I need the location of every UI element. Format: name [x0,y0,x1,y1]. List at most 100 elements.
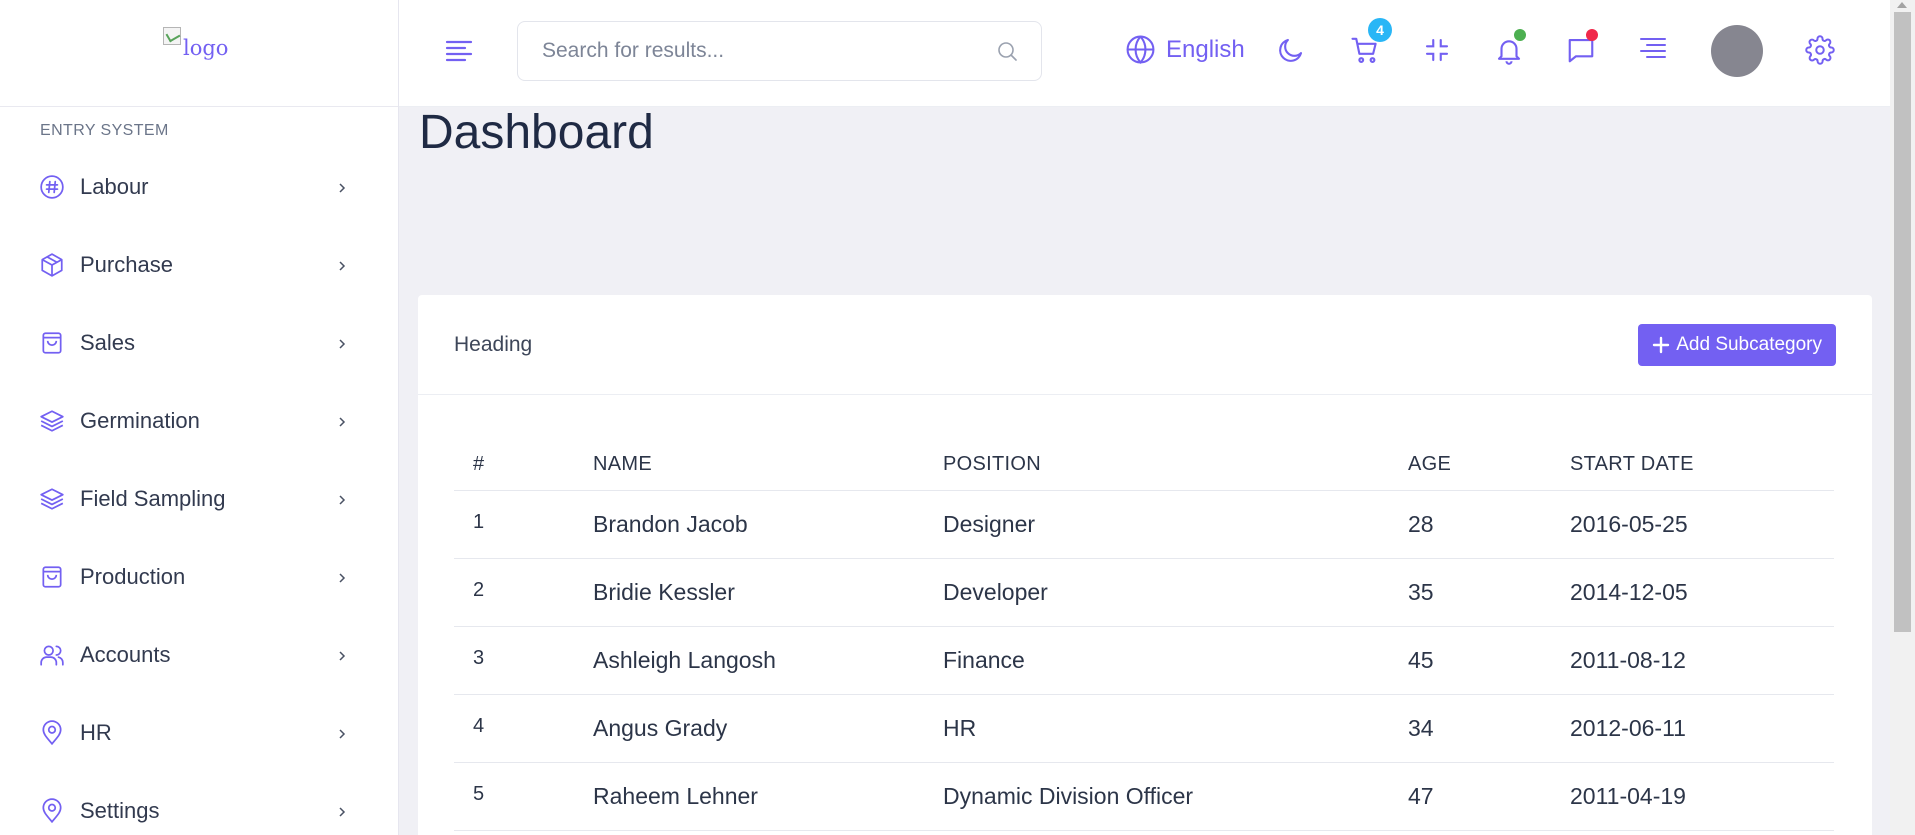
card-heading: Heading [454,333,533,356]
card-header: Heading Add Subcategory [418,295,1872,395]
table-cell: 2011-08-12 [1551,626,1834,695]
search-input[interactable] [518,22,968,80]
table-cell: 2012-06-11 [1551,694,1834,763]
table-cell: Bridie Kessler [574,558,924,627]
table-cell: HR [924,694,1389,763]
table-cell: 28 [1389,490,1551,559]
page-title: Dashboard [419,106,654,159]
cart-count-badge: 4 [1368,18,1392,42]
table-cell: 4 [454,694,574,763]
map-pin-icon [39,798,65,824]
sidebar-section-title: ENTRY SYSTEM [40,122,169,139]
language-label: English [1166,35,1245,63]
layers-icon [39,486,65,512]
sidebar-item-label: Accounts [80,642,171,667]
page-scrollbar[interactable] [1890,0,1915,835]
table-cell: 3 [454,626,574,695]
table-cell: Dynamic Division Officer [924,762,1389,831]
chevron-right-icon [336,805,348,817]
cart-icon[interactable]: 4 [1350,18,1392,65]
table-cell: 34 [1389,694,1551,763]
top-header: English 4 [399,0,1890,107]
table-cell: Finance [924,626,1389,695]
table-cell: 2014-12-05 [1551,558,1834,627]
table-row: 3 Ashleigh Langosh Finance 45 2011-08-12 [454,626,1834,695]
language-selector[interactable]: English [1115,34,1245,65]
column-header[interactable]: POSITION [924,440,1389,491]
gear-icon[interactable] [1805,35,1835,65]
column-header[interactable]: NAME [574,440,924,491]
fullscreen-exit-icon[interactable] [1422,35,1452,65]
sidebar-item-purchase[interactable]: Purchase [0,226,398,304]
table-cell: 2011-04-19 [1551,762,1834,831]
table-cell: Designer [924,490,1389,559]
shopping-bag-icon [39,564,65,590]
sidebar-item-production[interactable]: Production [0,538,398,616]
plus-icon [1653,336,1670,354]
chevron-right-icon [336,415,348,427]
map-pin-icon [39,720,65,746]
sidebar-item-hr[interactable]: HR [0,694,398,772]
sidebar-item-label: Field Sampling [80,486,226,511]
table-row: 1 Brandon Jacob Designer 28 2016-05-25 [454,490,1834,559]
table-card: Heading Add Subcategory # NAME POSITION … [418,295,1872,835]
message-dot [1586,29,1598,41]
align-menu-icon[interactable] [1638,35,1668,65]
sidebar-item-germination[interactable]: Germination [0,382,398,460]
table-cell: Ashleigh Langosh [574,626,924,695]
sidebar-item-label: Sales [80,330,136,355]
users-icon [39,642,65,668]
sidebar-item-label: Settings [80,798,160,823]
data-table: # NAME POSITION AGE START DATE 1 Brandon… [454,440,1834,831]
add-subcategory-button[interactable]: Add Subcategory [1638,324,1836,366]
table-row: 5 Raheem Lehner Dynamic Division Officer… [454,762,1834,831]
notification-dot [1514,29,1526,41]
logo[interactable]: logo [163,27,228,60]
globe-icon [1125,34,1156,65]
add-subcategory-label: Add Subcategory [1676,334,1822,355]
column-header[interactable]: AGE [1389,440,1551,491]
sidebar-item-label: Purchase [80,252,173,277]
notification-bell-icon[interactable] [1494,29,1526,65]
message-icon[interactable] [1566,29,1598,65]
sidebar: logo ENTRY SYSTEM Labour Purchase Sales … [0,0,399,835]
sidebar-item-accounts[interactable]: Accounts [0,616,398,694]
column-header[interactable]: # [454,440,574,491]
sidebar-item-label: HR [80,720,112,745]
table-cell: Brandon Jacob [574,490,924,559]
sidebar-item-labour[interactable]: Labour [0,148,398,226]
table-cell: 45 [1389,626,1551,695]
shopping-bag-icon [39,330,65,356]
sidebar-item-label: Labour [80,174,149,199]
chevron-right-icon [336,727,348,739]
scroll-up-arrow-icon[interactable] [1897,2,1907,8]
dark-mode-moon-icon[interactable] [1276,35,1306,65]
scrollbar-thumb[interactable] [1894,12,1911,632]
table-cell: 1 [454,490,574,559]
menu-toggle-icon[interactable] [445,38,475,62]
table-row: 2 Bridie Kessler Developer 35 2014-12-05 [454,558,1834,627]
table-cell: 47 [1389,762,1551,831]
sidebar-item-label: Germination [80,408,200,433]
box-icon [39,252,65,278]
column-header[interactable]: START DATE [1551,440,1834,491]
chevron-right-icon [336,181,348,193]
sidebar-item-label: Production [80,564,186,589]
hash-icon [39,174,65,200]
table-cell: Raheem Lehner [574,762,924,831]
search-icon[interactable] [995,39,1019,63]
table-cell: 2 [454,558,574,627]
sidebar-item-settings[interactable]: Settings [0,772,398,835]
table-header-row: # NAME POSITION AGE START DATE [454,440,1834,491]
chevron-right-icon [336,649,348,661]
broken-image-icon [163,27,181,45]
logo-alt-text: logo [183,36,229,60]
sidebar-item-sales[interactable]: Sales [0,304,398,382]
chevron-right-icon [336,493,348,505]
chevron-right-icon [336,259,348,271]
logo-area: logo [0,0,398,107]
sidebar-item-field-sampling[interactable]: Field Sampling [0,460,398,538]
avatar[interactable] [1711,25,1763,77]
table-row: 4 Angus Grady HR 34 2012-06-11 [454,694,1834,763]
chevron-right-icon [336,337,348,349]
